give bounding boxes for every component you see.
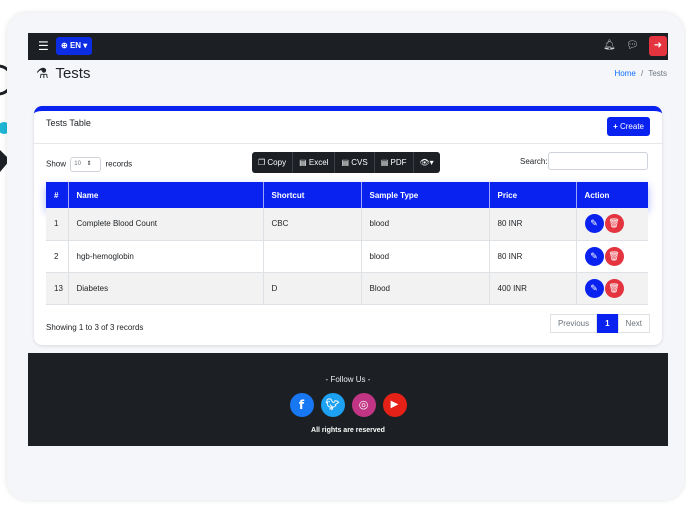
cell-shortcut xyxy=(263,240,362,273)
table-row: 1 Complete Blood Count CBC blood 80 INR … xyxy=(46,208,648,241)
excel-button[interactable]: ▤ Excel xyxy=(293,152,336,173)
cell-id: 13 xyxy=(46,272,69,305)
cell-price: 80 INR xyxy=(489,240,577,273)
cell-shortcut: CBC xyxy=(263,208,362,241)
previous-button[interactable]: Previous xyxy=(549,314,598,333)
table-row: 2 hgb-hemoglobin blood 80 INR ✎ 🗑︎ xyxy=(46,240,648,273)
card-title: Tests Table xyxy=(46,118,91,128)
cell-sample-type: blood xyxy=(361,208,490,241)
breadcrumb: Home / Tests xyxy=(614,69,667,78)
page-length-select[interactable]: 10 ⇕ xyxy=(70,157,102,172)
breadcrumb-current: Tests xyxy=(648,69,667,78)
excel-label: Excel xyxy=(308,158,329,167)
top-navbar: ☰ ⊕ EN ▾ 🔔︎ 💬︎ ➜ xyxy=(28,33,668,60)
csv-icon: ▤ xyxy=(341,158,350,167)
hamburger-icon[interactable]: ☰ xyxy=(38,40,49,52)
edit-icon[interactable]: ✎ xyxy=(584,278,604,298)
copy-button[interactable]: ❐ Copy xyxy=(252,152,294,173)
edit-icon[interactable]: ✎ xyxy=(584,214,604,234)
copy-label: Copy xyxy=(267,158,287,167)
app-window: ☰ ⊕ EN ▾ 🔔︎ 💬︎ ➜ ⚗ Tests Home / Tests Te… xyxy=(28,33,668,483)
tests-card: Tests Table + Create Show 10 ⇕ records ❐… xyxy=(34,106,662,345)
create-label: Create xyxy=(619,122,644,131)
create-button[interactable]: + Create xyxy=(607,117,650,136)
globe-icon: ⊕ xyxy=(61,41,68,50)
pdf-label: PDF xyxy=(390,158,407,167)
cell-sample-type: Blood xyxy=(361,272,490,305)
excel-icon: ▤ xyxy=(299,158,307,167)
cell-id: 2 xyxy=(46,240,69,273)
column-header-name[interactable]: Name xyxy=(68,182,264,208)
bell-icon[interactable]: 🔔︎ xyxy=(603,40,616,52)
follow-us-label: - Follow Us - xyxy=(325,375,371,384)
tests-table: # Name Shortcut Sample Type Price Action… xyxy=(46,182,648,305)
flask-icon: ⚗ xyxy=(36,65,49,81)
language-label: EN xyxy=(69,41,82,50)
csv-label: CVS xyxy=(351,158,368,167)
youtube-icon[interactable]: ▶ xyxy=(382,393,407,417)
social-links: f 🐦︎ ◎ ▶ xyxy=(28,393,668,417)
device-frame: ☰ ⊕ EN ▾ 🔔︎ 💬︎ ➜ ⚗ Tests Home / Tests Te… xyxy=(7,13,684,500)
csv-button[interactable]: ▤ CVS xyxy=(335,152,375,173)
copyright-text: All rights are reserved xyxy=(311,427,385,434)
breadcrumb-separator: / xyxy=(641,69,644,78)
table-controls: Show 10 ⇕ records ❐ Copy ▤ Excel ▤ CVS ▤… xyxy=(34,144,662,182)
column-header-sample-type[interactable]: Sample Type xyxy=(361,182,490,208)
page-length-value: 10 xyxy=(74,161,81,167)
cell-shortcut: D xyxy=(263,272,362,305)
language-button[interactable]: ⊕ EN ▾ xyxy=(56,37,93,55)
cell-name: Complete Blood Count xyxy=(68,208,264,241)
page-1-button[interactable]: 1 xyxy=(597,314,618,333)
caret-down-icon: ▾ xyxy=(83,41,88,50)
eye-icon: 👁︎ xyxy=(419,158,430,167)
column-header-shortcut[interactable]: Shortcut xyxy=(263,182,362,208)
pagination: Previous 1 Next xyxy=(549,314,650,333)
edit-icon[interactable]: ✎ xyxy=(584,246,604,266)
cell-action: ✎ 🗑︎ xyxy=(576,272,648,305)
search-input[interactable] xyxy=(548,152,648,170)
trash-icon[interactable]: 🗑︎ xyxy=(604,278,624,298)
page-title-text: Tests xyxy=(55,65,91,82)
records-info: Showing 1 to 3 of 3 records xyxy=(46,323,144,332)
plus-icon: + xyxy=(613,122,618,131)
cell-price: 80 INR xyxy=(489,208,577,241)
column-header-price[interactable]: Price xyxy=(489,182,577,208)
cell-price: 400 INR xyxy=(489,272,577,305)
next-button[interactable]: Next xyxy=(617,314,650,333)
cell-name: Diabetes xyxy=(68,272,264,305)
instagram-icon[interactable]: ◎ xyxy=(351,393,376,417)
logout-icon[interactable]: ➜ xyxy=(649,36,667,56)
pdf-button[interactable]: ▤ PDF xyxy=(375,152,414,173)
copy-icon: ❐ xyxy=(258,158,266,167)
table-row: 13 Diabetes D Blood 400 INR ✎ 🗑︎ xyxy=(46,272,648,305)
show-label: Show xyxy=(46,159,67,169)
twitter-icon[interactable]: 🐦︎ xyxy=(320,393,345,417)
chat-icon[interactable]: 💬︎ xyxy=(626,40,639,52)
page-length-control: Show 10 ⇕ records xyxy=(46,157,132,172)
footer: - Follow Us - f 🐦︎ ◎ ▶ All rights are re… xyxy=(28,353,668,446)
facebook-icon[interactable]: f xyxy=(289,393,314,417)
column-header-action: Action xyxy=(584,190,610,200)
cell-id: 1 xyxy=(46,208,69,241)
pdf-icon: ▤ xyxy=(380,158,389,167)
page-title: ⚗ Tests xyxy=(36,65,90,82)
card-header: Tests Table + Create xyxy=(34,111,662,144)
column-header-id[interactable]: # xyxy=(46,182,69,208)
records-label: records xyxy=(105,159,133,169)
select-arrows-icon: ⇕ xyxy=(86,161,92,167)
cell-action: ✎ 🗑︎ xyxy=(576,240,648,273)
cell-name: hgb-hemoglobin xyxy=(68,240,264,273)
page-header: ⚗ Tests Home / Tests xyxy=(28,60,668,90)
export-button-group: ❐ Copy ▤ Excel ▤ CVS ▤ PDF 👁︎▾ xyxy=(252,152,440,173)
table-header-row: # Name Shortcut Sample Type Price Action xyxy=(46,182,648,208)
breadcrumb-home[interactable]: Home xyxy=(614,69,635,78)
column-visibility-button[interactable]: 👁︎▾ xyxy=(414,152,440,173)
trash-icon[interactable]: 🗑︎ xyxy=(604,214,624,234)
cell-action: ✎ 🗑︎ xyxy=(576,208,648,241)
trash-icon[interactable]: 🗑︎ xyxy=(604,246,624,266)
caret-down-icon: ▾ xyxy=(429,158,434,167)
search-label: Search: xyxy=(520,157,548,166)
cell-sample-type: blood xyxy=(361,240,490,273)
